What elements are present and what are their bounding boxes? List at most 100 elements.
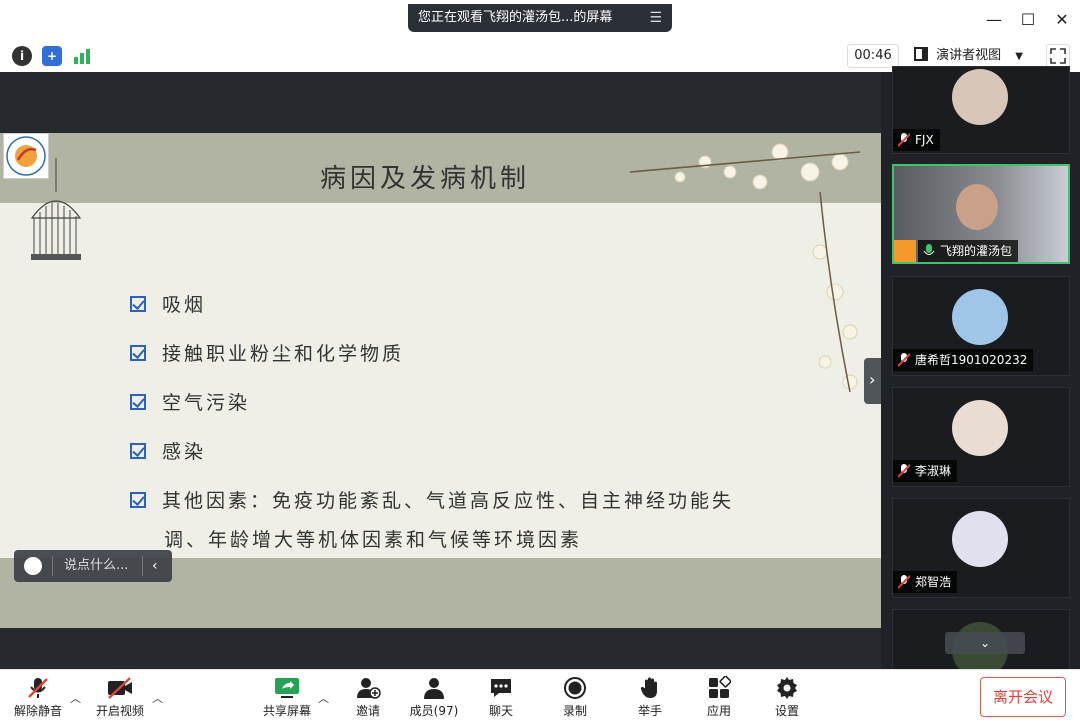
view-label: 演讲者视图 (936, 48, 1002, 63)
participant-name: 唐希哲1901020232 (915, 353, 1028, 367)
participant-tile[interactable]: FJX (892, 66, 1070, 154)
apps-button[interactable]: 应用 (700, 676, 738, 722)
view-layout-icon (914, 47, 928, 61)
raise-hand-label: 举手 (637, 704, 662, 718)
participant-nametag: 李淑琳 (893, 460, 958, 482)
participant-tile-active[interactable]: 飞翔的灌汤包 (892, 164, 1070, 264)
meeting-timer: 00:46 (847, 44, 899, 68)
signal-icon[interactable] (72, 46, 92, 66)
participant-face (956, 184, 998, 230)
slide-bullet: 接触职业粉尘和化学物质 (130, 339, 404, 366)
chat-placeholder: 说点什么... (64, 558, 129, 573)
mic-on-icon (923, 244, 935, 255)
slide-bullet: 其他因素：免疫功能紊乱、气道高反应性、自主神经功能失 (130, 486, 734, 513)
settings-label: 设置 (774, 704, 799, 718)
bullet-continuation: 调、年龄增大等机体因素和气候等环境因素 (164, 529, 583, 551)
gear-icon (777, 677, 797, 699)
record-icon (564, 677, 586, 699)
checkbox-icon (130, 394, 146, 410)
participant-nametag: 飞翔的灌汤包 (918, 240, 1019, 262)
divider (52, 556, 53, 576)
chevron-up-icon[interactable]: ︿ (152, 690, 163, 706)
scroll-down-chevron-icon[interactable]: ⌄ (945, 632, 1025, 654)
bullet-text: 感染 (162, 441, 207, 463)
chevron-right-icon: › (869, 370, 876, 389)
share-screen-button[interactable]: 共享屏幕 (260, 676, 314, 722)
apps-label: 应用 (706, 704, 731, 718)
school-logo (3, 133, 49, 179)
blossom-decoration (629, 143, 861, 393)
invite-label: 邀请 (355, 704, 380, 718)
unmute-label: 解除静音 (13, 704, 62, 718)
avatar (952, 289, 1008, 345)
video-off-icon (108, 677, 132, 699)
avatar (952, 69, 1008, 125)
participant-nametag: 唐希哲1901020232 (893, 349, 1034, 371)
avatar-badge-icon (894, 240, 916, 262)
minimize-icon[interactable]: — (984, 10, 1004, 30)
fullscreen-icon[interactable] (1046, 44, 1070, 68)
security-shield-icon[interactable]: + (42, 46, 62, 66)
unmute-button[interactable]: 解除静音 (12, 676, 64, 722)
slide-bullet: 感染 (130, 437, 206, 464)
avatar (952, 511, 1008, 567)
emoji-icon[interactable] (24, 557, 42, 575)
share-screen-icon (275, 678, 299, 698)
apps-grid-icon (709, 676, 731, 698)
close-icon[interactable]: ✕ (1052, 10, 1072, 30)
maximize-icon[interactable]: ☐ (1018, 10, 1038, 30)
chevron-up-icon[interactable]: ︿ (318, 690, 329, 706)
checkbox-icon (130, 345, 146, 361)
record-button[interactable]: 录制 (556, 676, 594, 722)
slide-title: 病因及发病机制 (320, 164, 531, 194)
share-screen-label: 共享屏幕 (262, 704, 311, 718)
invite-user-icon (357, 678, 381, 699)
mic-off-icon (898, 133, 910, 147)
menu-icon[interactable]: ☰ (649, 4, 662, 32)
participant-tile[interactable]: 郑智浩 (892, 498, 1070, 598)
checkbox-icon (130, 492, 146, 508)
chat-label: 聊天 (488, 704, 513, 718)
invite-button[interactable]: 邀请 (348, 676, 388, 722)
slide-bullet: 吸烟 (130, 290, 206, 317)
participant-nametag: FJX (893, 129, 940, 151)
participant-name: 飞翔的灌汤包 (940, 244, 1013, 258)
raise-hand-button[interactable]: 举手 (630, 676, 670, 722)
checkbox-icon (130, 296, 146, 312)
participant-name: 郑智浩 (915, 575, 952, 589)
participant-nametag: 郑智浩 (893, 571, 958, 593)
leave-meeting-button[interactable]: 离开会议 (980, 677, 1066, 717)
chevron-up-icon[interactable]: ︿ (70, 690, 81, 706)
chat-icon (491, 679, 511, 697)
share-banner-text: 您正在观看飞翔的灌汤包...的屏幕 (418, 10, 613, 25)
mic-off-icon (28, 678, 48, 698)
checkbox-icon (130, 443, 146, 459)
slide-bullet: 空气污染 (130, 388, 250, 415)
quick-chat-input[interactable]: 说点什么... ‹ (14, 550, 172, 582)
mic-off-icon (898, 353, 910, 367)
speaker-view-button[interactable]: 演讲者视图 ▼ (914, 44, 1038, 68)
start-video-button[interactable]: 开启视频 (94, 676, 146, 722)
info-icon[interactable]: i (12, 46, 32, 66)
participant-tile[interactable]: 唐希哲1901020232 (892, 276, 1070, 376)
chat-button[interactable]: 聊天 (482, 676, 520, 722)
participant-tile[interactable]: ⌄ (892, 609, 1070, 678)
settings-button[interactable]: 设置 (768, 676, 806, 722)
bullet-text: 吸烟 (162, 294, 207, 316)
start-video-label: 开启视频 (95, 704, 144, 718)
participant-name: FJX (915, 133, 934, 147)
bullet-text: 其他因素：免疫功能紊乱、气道高反应性、自主神经功能失 (162, 490, 735, 512)
members-icon (424, 678, 444, 699)
chevron-left-icon[interactable]: ‹ (152, 550, 158, 582)
chevron-down-icon: ▼ (1015, 51, 1023, 62)
hand-icon (640, 677, 657, 698)
avatar (952, 400, 1008, 456)
bullet-text: 空气污染 (162, 392, 251, 414)
participant-tile[interactable]: 李淑琳 (892, 387, 1070, 487)
bullet-text: 接触职业粉尘和化学物质 (162, 343, 405, 365)
members-button[interactable]: 成员(97) (408, 676, 460, 722)
divider (142, 556, 143, 576)
record-label: 录制 (562, 704, 587, 718)
mic-off-icon (898, 575, 910, 589)
share-banner[interactable]: 您正在观看飞翔的灌汤包...的屏幕 ☰ (408, 4, 672, 32)
